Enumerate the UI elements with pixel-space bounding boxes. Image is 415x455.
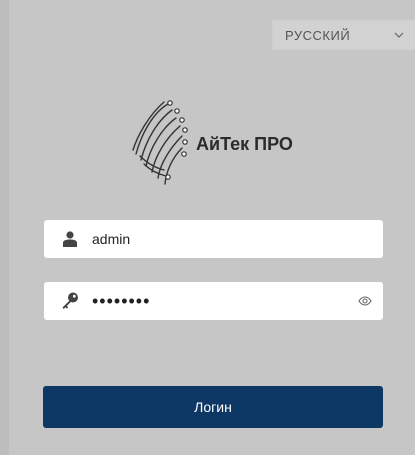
username-input[interactable] (92, 231, 383, 247)
brand-name: АйТек ПРО (196, 134, 293, 154)
key-icon (60, 291, 80, 311)
password-field[interactable] (44, 282, 383, 320)
login-button[interactable]: Логин (43, 386, 383, 428)
username-field[interactable] (44, 220, 383, 258)
window-edge (0, 0, 9, 455)
user-icon (60, 229, 80, 249)
chevron-down-icon (393, 29, 405, 41)
password-input[interactable] (92, 290, 357, 312)
brand-logo: АйТек ПРО (128, 98, 298, 188)
language-select[interactable]: РУССКИЙ (272, 20, 415, 50)
circuit-leaf-logo-icon (132, 100, 188, 185)
language-select-value: РУССКИЙ (285, 27, 351, 43)
eye-icon[interactable] (357, 293, 373, 309)
